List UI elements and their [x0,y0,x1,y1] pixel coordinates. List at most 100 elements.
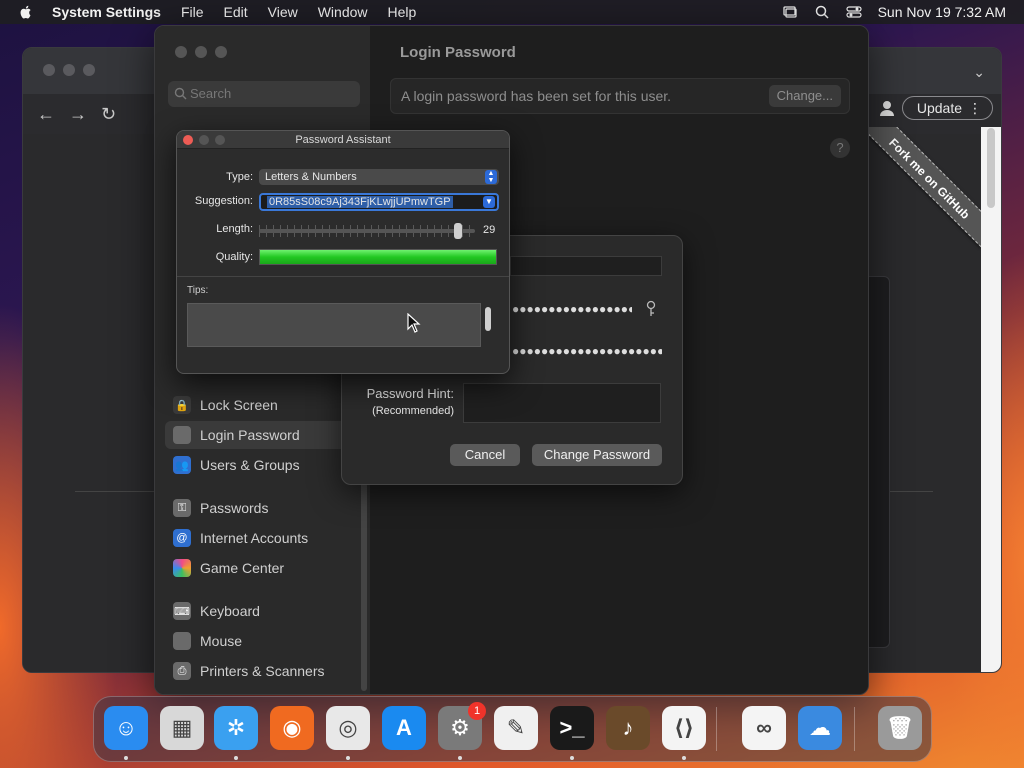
sidebar-item-passwords[interactable]: ⚿ Passwords [165,494,347,522]
github-ribbon-label[interactable]: Fork me on GitHub [861,127,981,248]
password-assistant-titlebar: Password Assistant [177,131,509,149]
settings-window-controls [175,46,227,58]
chrome-scrollbar[interactable] [987,128,995,208]
dock-app-store-icon[interactable]: A [382,706,426,750]
sidebar-item-printers-scanners[interactable]: ⎙ Printers & Scanners [165,657,347,685]
suggestion-combo-box[interactable]: 0R85sS08c9Aj343FjKLwjjUPmwTGP ▼ [259,193,499,211]
cancel-button[interactable]: Cancel [450,444,520,466]
password-assistant-title: Password Assistant [295,134,391,146]
quality-label: Quality: [215,251,253,263]
dock-textedit-icon[interactable]: ✎ [494,706,538,750]
firefox-glyph-icon: ◉ [282,715,302,740]
menu-clock[interactable]: Sun Nov 19 7:32 AM [878,4,1006,20]
menu-help[interactable]: Help [388,4,417,20]
more-menu-icon[interactable]: ⋮ [968,97,982,119]
chevron-down-icon[interactable]: ▼ [483,196,495,208]
length-slider[interactable] [259,229,475,233]
sidebar-item-login-password[interactable]: Login Password [165,421,347,449]
help-button[interactable]: ? [830,138,850,158]
change-password-submit-button[interactable]: Change Password [532,444,662,466]
sidebar-item-label: Game Center [200,560,285,576]
chrome-update-button[interactable]: Update ⋮ [901,96,993,120]
type-label: Type: [226,171,253,183]
sidebar-item-internet-accounts[interactable]: @ Internet Accounts [165,524,347,552]
suggestion-value[interactable]: 0R85sS08c9Aj343FjKLwjjUPmwTGP [267,196,453,208]
sidebar-item-users-groups[interactable]: 👥 Users & Groups [165,451,347,479]
old-password-field[interactable] [510,256,662,276]
screen-mirroring-icon[interactable] [782,4,798,20]
forward-arrow-icon[interactable]: → [69,104,87,125]
assistant-zoom-button[interactable] [215,135,225,145]
update-label: Update [916,100,962,116]
sidebar-item-label: Lock Screen [200,397,278,413]
verify-password-field[interactable]: ●●●●●●●●●●●●●●●●●●●●●●●●●●●●● [510,342,662,362]
settings-zoom-button[interactable] [215,46,227,58]
login-password-info-text: A login password has been set for this u… [401,88,672,104]
sidebar-item-game-center[interactable]: Game Center [165,554,347,582]
dock-vscode-icon[interactable]: ⟨⟩ [662,706,706,750]
finder-glyph-icon: ☺ [114,715,138,740]
sidebar-item-label: Internet Accounts [200,530,309,546]
settings-close-button[interactable] [175,46,187,58]
apple-icon[interactable] [18,4,34,20]
menu-file[interactable]: File [181,4,204,20]
password-assistant-key-icon[interactable] [644,300,658,318]
running-indicator [346,756,350,760]
dock-finder-icon[interactable]: ☺ [104,706,148,750]
running-indicator [682,756,686,760]
change-password-button[interactable]: Change... [768,85,841,107]
verify-password-dots: ●●●●●●●●●●●●●●●●●●●●●●●●●●●●● [512,344,662,358]
length-slider-knob[interactable] [453,223,462,239]
sidebar-item-label: Keyboard [200,603,260,619]
weather-glyph-icon: ☁ [809,715,831,740]
tab-search-chevron-icon[interactable]: ⌄ [973,64,985,81]
reload-icon[interactable]: ↻ [101,104,116,125]
dock-terminal-icon[interactable]: >_ [550,706,594,750]
safari-glyph-icon: ✲ [226,715,246,740]
dock-visual-studio-icon[interactable]: ∞ [742,706,786,750]
profile-icon[interactable] [877,98,897,118]
control-center-icon[interactable] [845,4,862,20]
new-password-field[interactable]: ●●●●●●●●●●●●●●●●●●●●●●●●●●●●● [510,300,632,320]
sidebar-item-keyboard[interactable]: ⌨ Keyboard [165,597,347,625]
app-store-glyph-icon: A [396,715,412,740]
dock-launchpad-icon[interactable]: ▦ [160,706,204,750]
dock-chrome-icon[interactable]: ◎ [326,706,370,750]
password-hint-field[interactable] [463,383,661,423]
notification-badge: 1 [468,702,486,720]
settings-search-input[interactable]: Search [168,81,360,107]
printer-icon: ⎙ [173,662,191,680]
spotlight-search-icon[interactable] [814,4,830,20]
sidebar-item-label: Users & Groups [200,457,300,473]
assistant-close-button[interactable] [183,135,193,145]
chrome-zoom-button[interactable] [83,64,95,76]
settings-minimize-button[interactable] [195,46,207,58]
dock-safari-icon[interactable]: ✲ [214,706,258,750]
sidebar-item-lock-screen[interactable]: 🔒 Lock Screen [165,391,347,419]
menu-view[interactable]: View [268,4,298,20]
chrome-window-controls [43,64,95,76]
menu-edit[interactable]: Edit [224,4,248,20]
tips-scrollbar[interactable] [485,307,491,331]
garageband-glyph-icon: ♪ [622,715,634,740]
dock-separator [854,707,855,751]
dock-weather-icon[interactable]: ☁ [798,706,842,750]
dock-system-settings-icon[interactable]: ⚙ 1 [438,702,486,750]
back-arrow-icon[interactable]: ← [37,104,55,125]
sidebar-item-mouse[interactable]: Mouse [165,627,347,655]
github-ribbon[interactable]: Fork me on GitHub [861,127,981,267]
assistant-minimize-button[interactable] [199,135,209,145]
suggestion-label: Suggestion: [194,195,253,207]
dock-firefox-icon[interactable]: ◉ [270,706,314,750]
dock-trash-icon[interactable]: 🗑 [878,706,922,750]
chrome-minimize-button[interactable] [63,64,75,76]
length-label: Length: [216,223,253,235]
dock-garageband-icon[interactable]: ♪ [606,706,650,750]
sidebar-scrollbar[interactable] [361,481,367,691]
chrome-close-button[interactable] [43,64,55,76]
type-value: Letters & Numbers [265,171,357,183]
type-popup[interactable]: Letters & Numbers ▲ ▼ [259,169,499,185]
menu-window[interactable]: Window [318,4,368,20]
menu-app-name[interactable]: System Settings [52,4,161,20]
new-password-dots: ●●●●●●●●●●●●●●●●●●●●●●●●●●●●● [512,302,632,316]
